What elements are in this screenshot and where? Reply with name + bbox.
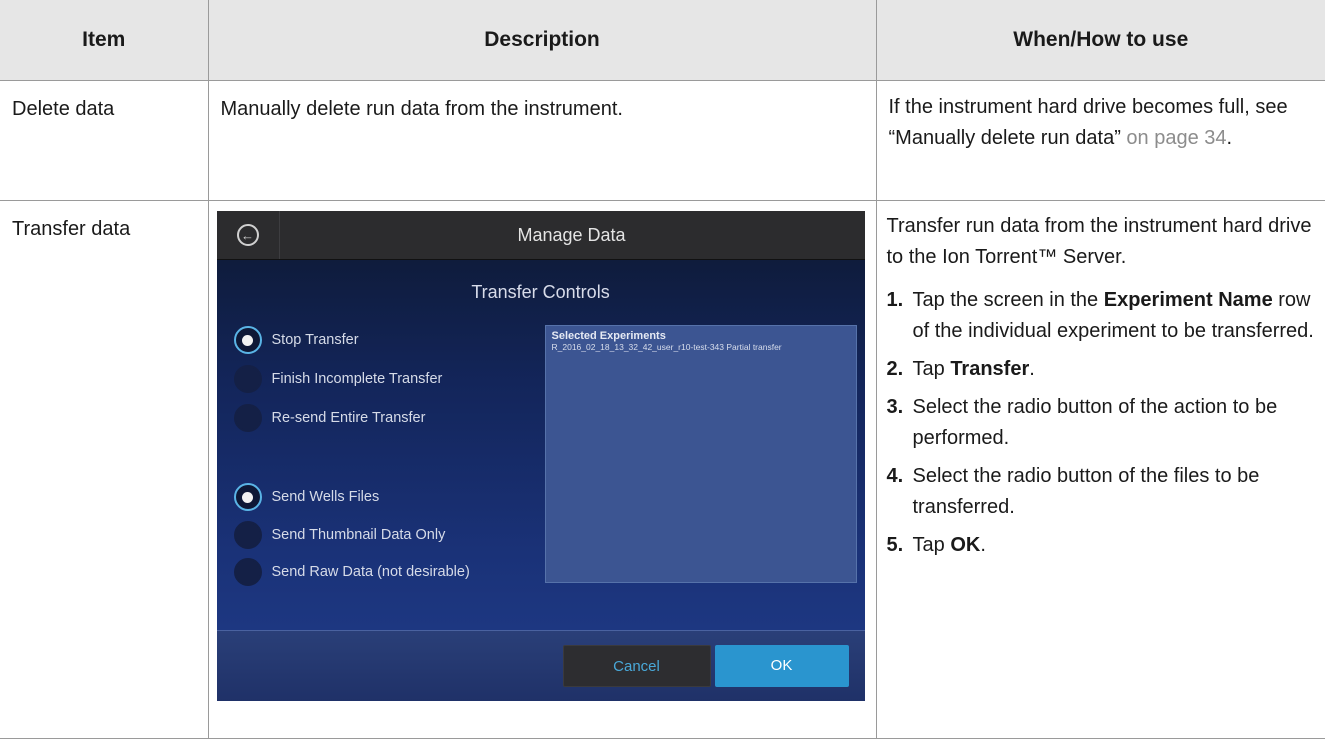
step-text-bold: Experiment Name	[1103, 289, 1273, 311]
manage-data-screen: ← Manage Data Transfer Controls Stop Tra…	[216, 211, 865, 701]
step-text-pre: Tap	[912, 534, 951, 556]
cell-usage: Transfer run data from the instrument ha…	[875, 200, 1325, 739]
step-text-pre: Tap	[912, 358, 951, 380]
cell-description: Manually delete run data from the instru…	[207, 80, 877, 201]
list-item: 2. Tap Transfer.	[887, 354, 1320, 385]
radio-selected-icon[interactable]	[233, 483, 262, 511]
back-button[interactable]: ←	[217, 211, 280, 259]
step-number: 1.	[886, 289, 904, 311]
table-row: Delete data Manually delete run data fro…	[0, 80, 1325, 201]
step-text-bold: Transfer	[950, 358, 1030, 380]
page-link[interactable]: on page 34	[1126, 127, 1226, 149]
radio-label: Re-send Entire Transfer	[271, 410, 426, 426]
reference-table: Item Description When/How to use Delete …	[0, 0, 1325, 739]
step-number: 2.	[886, 358, 904, 380]
radio-selected-icon[interactable]	[233, 326, 262, 354]
radio-label: Send Thumbnail Data Only	[271, 527, 446, 543]
cell-screenshot: ← Manage Data Transfer Controls Stop Tra…	[207, 200, 877, 739]
screen-subtitle: Transfer Controls	[471, 282, 610, 302]
radio-send-thumbnail-data[interactable]: Send Thumbnail Data Only	[233, 520, 446, 550]
step-text: Tap OK.	[913, 530, 1320, 561]
cell-usage: If the instrument hard drive becomes ful…	[875, 80, 1325, 201]
step-text-bold: OK	[950, 534, 981, 556]
header-item: Item	[0, 0, 209, 81]
radio-label: Stop Transfer	[271, 332, 359, 348]
radio-unselected-icon[interactable]	[233, 365, 262, 393]
cell-item: Delete data	[0, 80, 209, 201]
step-text-post: .	[1029, 358, 1035, 380]
selected-experiments-header: Selected Experiments	[551, 330, 666, 342]
back-arrow-icon: ←	[236, 224, 259, 246]
step-text-pre: Select the radio button of the action to…	[912, 396, 1278, 449]
usage-intro: Transfer run data from the instrument ha…	[886, 215, 1312, 268]
radio-stop-transfer[interactable]: Stop Transfer	[233, 325, 359, 355]
title-bar: ← Manage Data	[216, 211, 865, 260]
radio-unselected-icon[interactable]	[233, 404, 262, 432]
ok-button[interactable]: OK	[714, 645, 849, 687]
step-number: 5.	[886, 534, 904, 556]
list-item: 3. Select the radio button of the action…	[887, 392, 1320, 454]
list-item: 4. Select the radio button of the files …	[887, 461, 1320, 523]
step-number: 3.	[886, 396, 904, 418]
step-text-pre: Select the radio button of the files to …	[912, 465, 1260, 518]
usage-end: .	[1226, 127, 1233, 149]
header-when-how: When/How to use	[875, 0, 1325, 81]
step-number: 4.	[886, 465, 904, 487]
radio-send-wells-files[interactable]: Send Wells Files	[233, 482, 380, 512]
list-item: 5. Tap OK.	[887, 530, 1320, 561]
step-text-post: .	[980, 534, 986, 556]
step-text: Select the radio button of the action to…	[913, 392, 1320, 454]
radio-resend-entire-transfer[interactable]: Re-send Entire Transfer	[233, 403, 426, 433]
table-header-row: Item Description When/How to use	[0, 0, 1325, 81]
steps-list: 1. Tap the screen in the Experiment Name…	[887, 285, 1320, 561]
screen-title: Manage Data	[517, 225, 626, 245]
radio-unselected-icon[interactable]	[233, 558, 262, 586]
cancel-button[interactable]: Cancel	[562, 645, 711, 687]
step-text-pre: Tap the screen in the	[912, 289, 1104, 311]
radio-label: Send Raw Data (not desirable)	[271, 564, 470, 580]
radio-label: Send Wells Files	[271, 489, 380, 505]
selected-experiment-entry[interactable]: R_2016_02_18_13_32_42_user_r10-test-343 …	[552, 342, 850, 353]
radio-label: Finish Incomplete Transfer	[271, 371, 443, 387]
step-text: Select the radio button of the files to …	[913, 461, 1320, 523]
table-row: Transfer data ← Manage Data Transfer Con…	[0, 200, 1325, 739]
step-text: Tap Transfer.	[913, 354, 1320, 385]
header-description: Description	[207, 0, 877, 81]
radio-unselected-icon[interactable]	[233, 521, 262, 549]
list-item: 1. Tap the screen in the Experiment Name…	[887, 285, 1320, 347]
radio-send-raw-data[interactable]: Send Raw Data (not desirable)	[233, 557, 470, 587]
radio-finish-incomplete-transfer[interactable]: Finish Incomplete Transfer	[233, 364, 443, 394]
cell-item: Transfer data	[0, 200, 209, 739]
button-bar: Cancel OK	[216, 630, 865, 701]
step-text: Tap the screen in the Experiment Name ro…	[913, 285, 1320, 347]
selected-experiments-panel[interactable]: Selected Experiments R_2016_02_18_13_32_…	[544, 325, 857, 583]
